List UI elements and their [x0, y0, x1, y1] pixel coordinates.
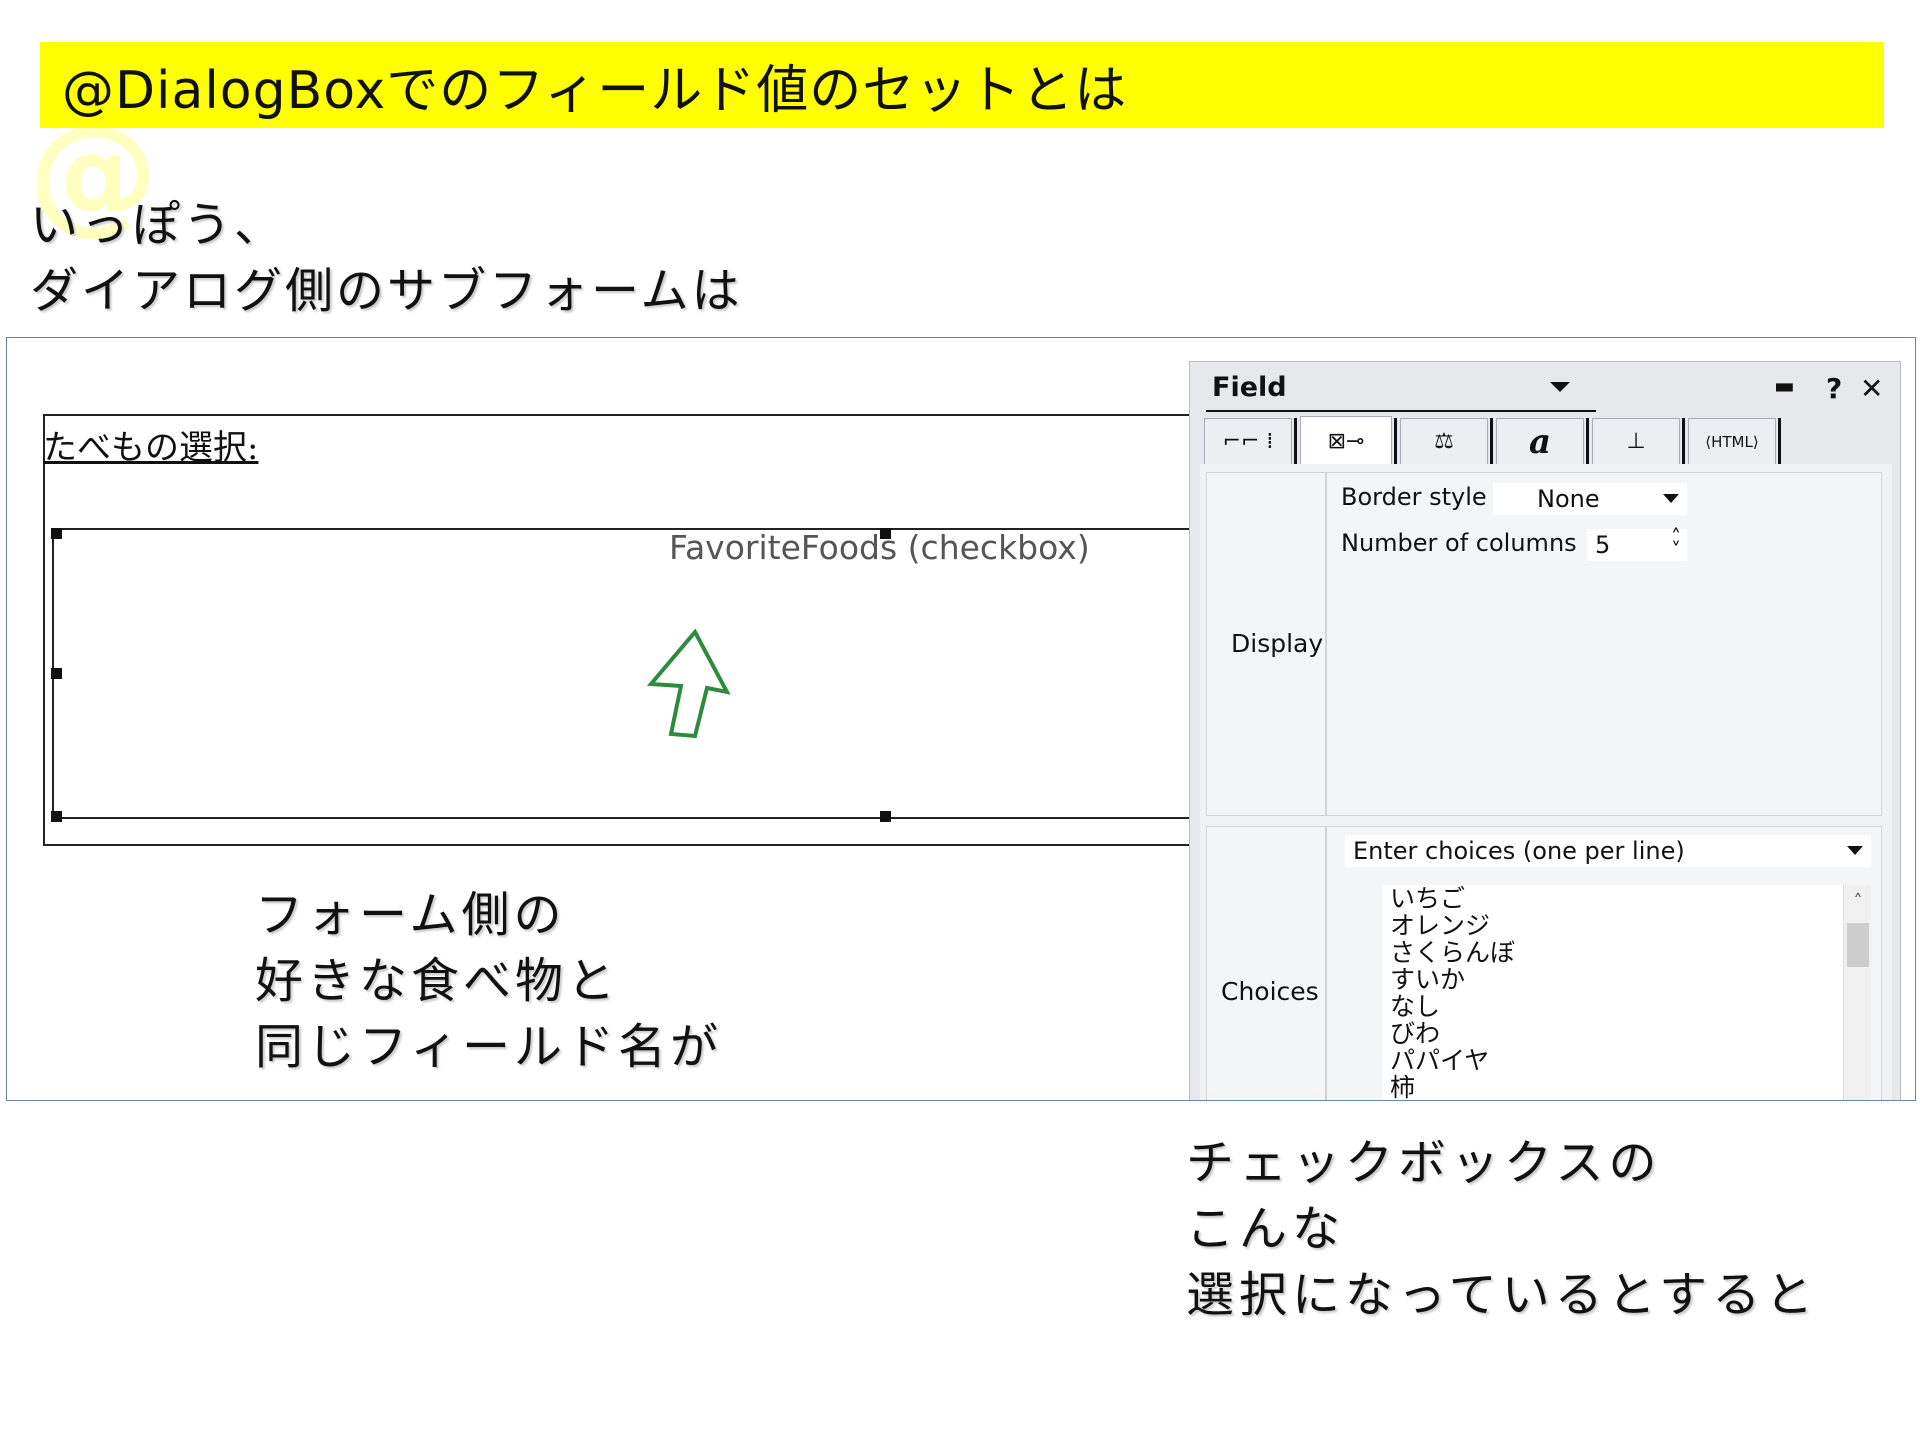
- choices-section: Choices Enter choices (one per line) いちご…: [1206, 826, 1882, 1100]
- list-item[interactable]: さくらんぼ: [1390, 939, 1515, 966]
- choices-section-header: [1207, 827, 1327, 1100]
- intro-line-2: ダイアログ側のサブフォームは: [30, 263, 743, 319]
- scroll-up-icon[interactable]: ˄: [1844, 891, 1871, 912]
- tab-separator: [1778, 418, 1781, 464]
- list-item[interactable]: 柿: [1390, 1074, 1415, 1100]
- tab-separator: [1682, 418, 1685, 464]
- close-icon[interactable]: ✕: [1860, 372, 1883, 405]
- list-item[interactable]: パパイヤ: [1390, 1047, 1489, 1074]
- list-item[interactable]: びわ: [1390, 1020, 1440, 1047]
- form-field-label: たべもの選択:: [43, 428, 259, 468]
- panel-title-underline: [1206, 410, 1596, 412]
- choices-scrollbar[interactable]: ˄ ˅: [1843, 885, 1871, 1100]
- resize-handle-bottom-mid[interactable]: [880, 811, 891, 822]
- up-arrow-icon: [646, 628, 731, 739]
- bottom-note-line-1: チェックボックスの: [1186, 1135, 1662, 1191]
- panel-type-chevron-down-icon[interactable]: [1550, 382, 1570, 392]
- control-tab-icon: ⊠⊸: [1327, 429, 1365, 454]
- display-section: Display Border style None Number of colu…: [1206, 472, 1882, 816]
- resize-handle-mid-left[interactable]: [51, 668, 62, 679]
- form-note-line-3: 同じフィールド名が: [255, 1019, 723, 1075]
- bottom-note-line-2: こんな: [1186, 1201, 1346, 1257]
- resize-handle-bottom-left[interactable]: [51, 811, 62, 822]
- tab-basics[interactable]: ⌐⌐ ⁞: [1204, 418, 1292, 464]
- favoritefoods-field[interactable]: [52, 528, 1203, 819]
- list-item[interactable]: なし: [1390, 993, 1440, 1020]
- columns-stepper[interactable]: 5 ˄ ˅: [1587, 527, 1687, 561]
- stepper-arrows-icon[interactable]: ˄ ˅: [1671, 527, 1681, 560]
- slide-title-band: @DialogBoxでのフィールド値のセットとは: [40, 42, 1884, 128]
- panel-body: Display Border style None Number of colu…: [1200, 464, 1892, 1100]
- border-style-select[interactable]: None: [1493, 483, 1687, 515]
- tab-separator: [1586, 418, 1589, 464]
- field-caption: FavoriteFoods (checkbox): [669, 528, 1090, 567]
- display-section-title: Display: [1231, 629, 1324, 658]
- resize-handle-top-left[interactable]: [51, 528, 62, 539]
- pin-icon[interactable]: ▬: [1774, 374, 1795, 399]
- choices-source-select[interactable]: Enter choices (one per line): [1345, 835, 1871, 867]
- bottom-note-line-3: 選択になっているとすると: [1186, 1267, 1819, 1323]
- tab-separator: [1394, 418, 1397, 464]
- scroll-thumb[interactable]: [1847, 923, 1869, 967]
- list-item[interactable]: すいか: [1390, 966, 1465, 993]
- list-item[interactable]: オレンジ: [1390, 912, 1490, 939]
- border-style-value: None: [1537, 485, 1600, 513]
- bottom-note: チェックボックスの こんな 選択になっているとすると: [1186, 1130, 1818, 1328]
- tab-advanced[interactable]: ⚖: [1400, 418, 1488, 464]
- field-properties-panel: Field ▬ ? ✕ ⌐⌐ ⁞ ⊠⊸ ⚖ a ⊥ ⟨HTML⟩ Display…: [1189, 361, 1901, 1100]
- advanced-tab-icon: ⚖: [1434, 429, 1454, 454]
- slide-title: @DialogBoxでのフィールド値のセットとは: [62, 60, 1128, 121]
- columns-value: 5: [1595, 531, 1611, 559]
- designer-screenshot: たべもの選択: FavoriteFoods (checkbox) フォーム側の …: [6, 337, 1916, 1101]
- choices-source-value: Enter choices (one per line): [1353, 837, 1685, 865]
- tab-html[interactable]: ⟨HTML⟩: [1688, 418, 1776, 464]
- form-note-line-1: フォーム側の: [255, 887, 566, 943]
- intro-line-1: いっぽう、: [30, 197, 286, 253]
- paragraph-tab-icon: ⊥: [1626, 429, 1646, 454]
- columns-label: Number of columns: [1341, 529, 1577, 557]
- tab-separator: [1490, 418, 1493, 464]
- tab-separator: [1294, 418, 1297, 464]
- tab-paragraph[interactable]: ⊥: [1592, 418, 1680, 464]
- intro-text: いっぽう、 ダイアログ側のサブフォームは: [30, 192, 743, 324]
- basics-tab-icon: ⌐⌐ ⁞: [1222, 429, 1274, 454]
- border-style-label: Border style: [1341, 483, 1487, 511]
- choices-list[interactable]: いちご オレンジ さくらんぼ すいか なし びわ パパイヤ 柿 ˄ ˅: [1382, 885, 1871, 1100]
- help-icon[interactable]: ?: [1826, 372, 1842, 405]
- list-item[interactable]: いちご: [1390, 885, 1465, 912]
- form-note: フォーム側の 好きな食べ物と 同じフィールド名が: [255, 882, 722, 1080]
- tab-font[interactable]: a: [1496, 418, 1584, 464]
- font-tab-icon: a: [1528, 421, 1552, 462]
- form-note-line-2: 好きな食べ物と: [255, 953, 620, 1009]
- tab-control[interactable]: ⊠⊸: [1300, 416, 1392, 466]
- chevron-down-icon: [1663, 494, 1679, 503]
- chevron-down-icon: [1847, 846, 1863, 855]
- panel-title[interactable]: Field: [1212, 372, 1287, 403]
- choices-section-title: Choices: [1221, 977, 1319, 1006]
- html-tab-icon: ⟨HTML⟩: [1705, 432, 1759, 451]
